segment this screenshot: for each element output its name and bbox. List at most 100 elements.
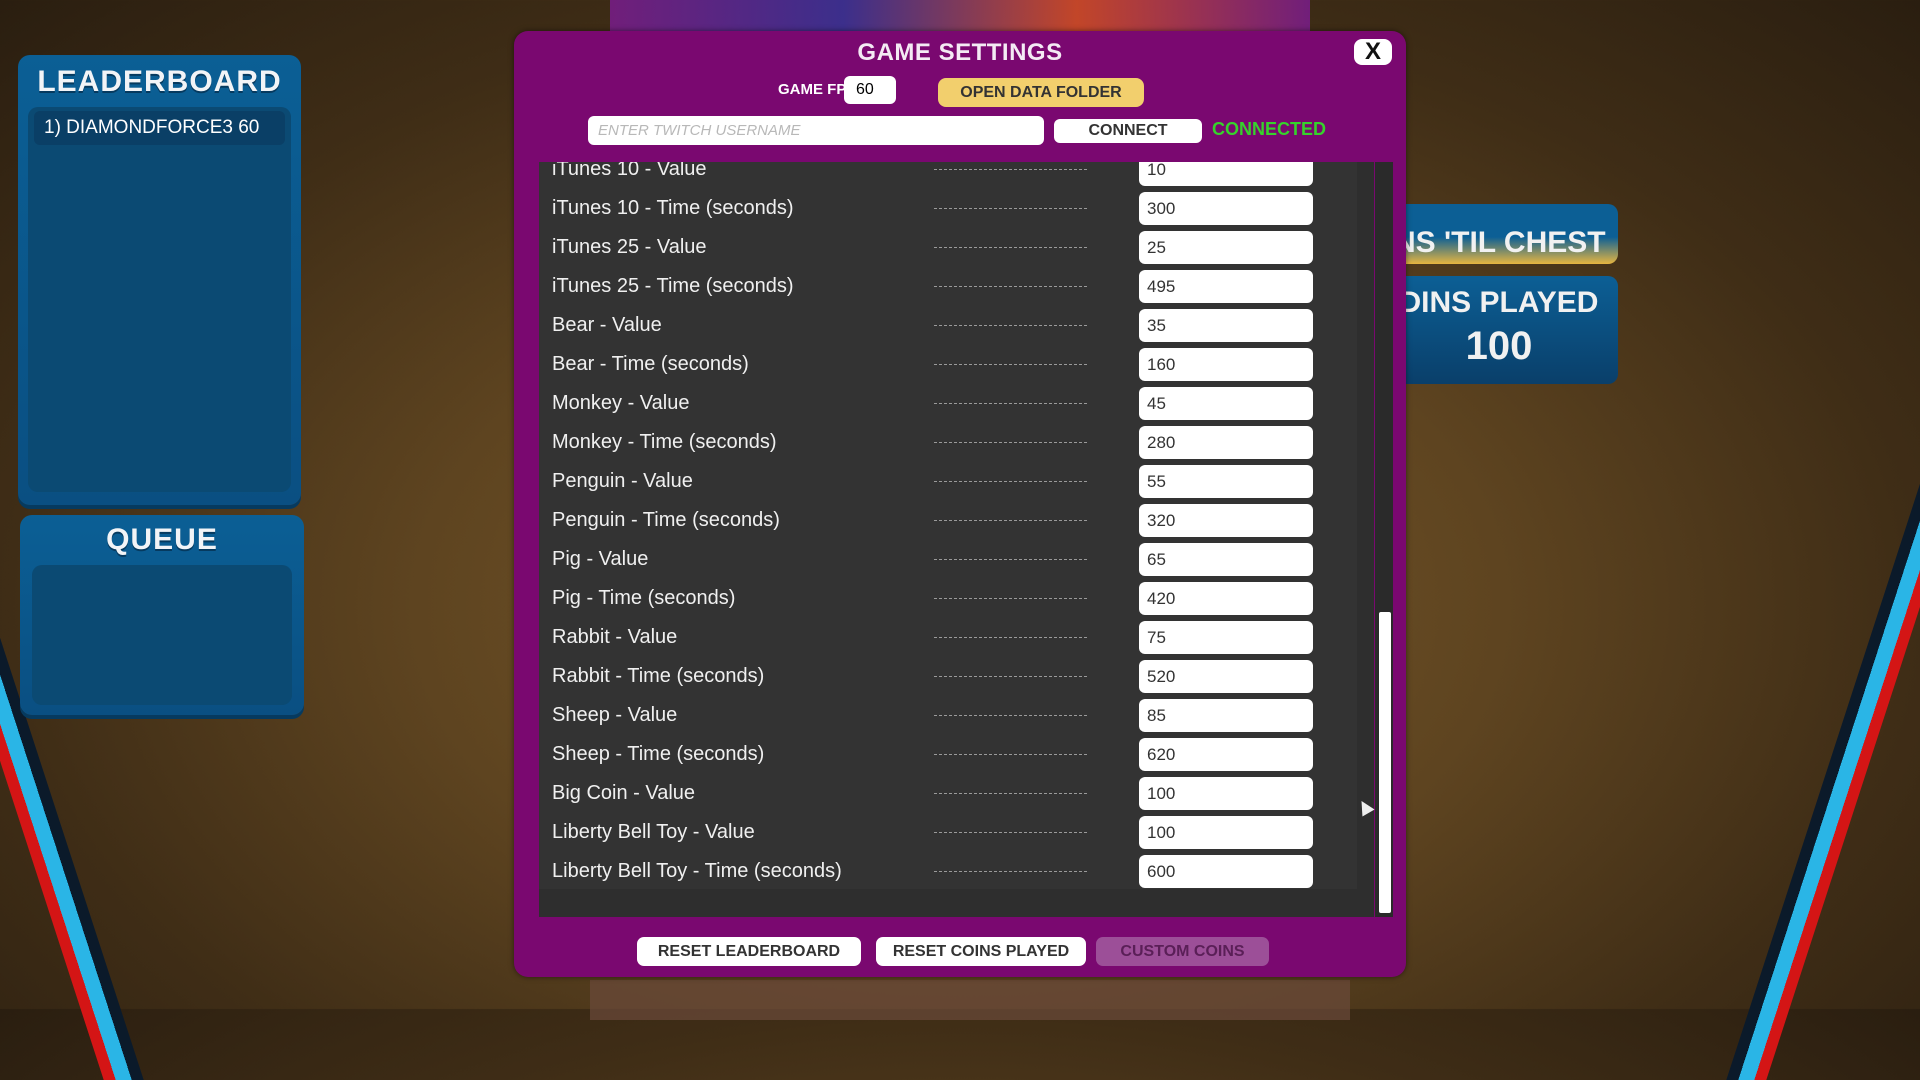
setting-label: Sheep - Value <box>552 704 678 726</box>
setting-row: Liberty Bell Toy - Value <box>539 813 1357 852</box>
coins-til-chest-text: NS 'TIL CHEST <box>1394 226 1606 259</box>
setting-row: iTunes 10 - Value <box>539 162 1357 189</box>
setting-dotted-leader <box>934 286 1087 287</box>
setting-label: Big Coin - Value <box>552 782 696 804</box>
setting-dotted-leader <box>934 559 1087 560</box>
setting-row: Monkey - Value <box>539 384 1357 423</box>
setting-dotted-leader <box>934 442 1087 443</box>
setting-label: Pig - Value <box>552 548 649 570</box>
coins-til-chest-banner: NS 'TIL CHEST <box>1380 204 1618 264</box>
background-stripe-right <box>1726 380 1920 1080</box>
setting-value-input[interactable] <box>1139 465 1313 498</box>
scrollbar-thumb[interactable] <box>1379 612 1391 913</box>
setting-row: Sheep - Value <box>539 696 1357 735</box>
setting-dotted-leader <box>934 208 1087 209</box>
setting-row: Pig - Time (seconds) <box>539 579 1357 618</box>
leaderboard-entry: 1) DIAMONDFORCE3 60 <box>34 111 285 145</box>
coins-played-label: DINS PLAYED <box>1399 286 1599 319</box>
settings-list: iTunes 10 - Value iTunes 10 - Time (secon… <box>539 162 1357 889</box>
setting-label: Monkey - Value <box>552 392 690 414</box>
setting-dotted-leader <box>934 520 1087 521</box>
setting-label: iTunes 10 - Time (seconds) <box>552 197 794 219</box>
setting-row: iTunes 25 - Time (seconds) <box>539 267 1357 306</box>
settings-scroll-area[interactable]: iTunes 10 - Value iTunes 10 - Time (secon… <box>539 162 1393 917</box>
setting-value-input[interactable] <box>1139 660 1313 693</box>
setting-dotted-leader <box>934 325 1087 326</box>
reset-coins-played-button[interactable]: RESET COINS PLAYED <box>876 937 1086 966</box>
close-button[interactable]: X <box>1354 38 1392 65</box>
setting-row: Pig - Value <box>539 540 1357 579</box>
dialog-title: GAME SETTINGS <box>857 39 1063 66</box>
setting-value-input[interactable] <box>1139 582 1313 615</box>
setting-label: Liberty Bell Toy - Value <box>552 821 755 843</box>
setting-row: iTunes 10 - Time (seconds) <box>539 189 1357 228</box>
setting-value-input[interactable] <box>1139 426 1313 459</box>
setting-label: Liberty Bell Toy - Time (seconds) <box>552 860 842 882</box>
setting-label: Sheep - Time (seconds) <box>552 743 765 765</box>
reset-leaderboard-button[interactable]: RESET LEADERBOARD <box>637 937 861 966</box>
open-data-folder-button[interactable]: OPEN DATA FOLDER <box>938 78 1144 107</box>
setting-row: iTunes 25 - Value <box>539 228 1357 267</box>
setting-label: iTunes 10 - Value <box>552 162 707 180</box>
setting-dotted-leader <box>934 676 1087 677</box>
setting-dotted-leader <box>934 871 1087 872</box>
coins-played-value: 100 <box>1465 324 1533 368</box>
setting-label: Penguin - Time (seconds) <box>552 509 780 531</box>
setting-label: Rabbit - Time (seconds) <box>552 665 765 687</box>
setting-value-input[interactable] <box>1139 699 1313 732</box>
setting-dotted-leader <box>934 403 1087 404</box>
queue-list <box>32 565 292 705</box>
setting-value-input[interactable] <box>1139 270 1313 303</box>
connection-status: CONNECTED <box>1212 119 1327 139</box>
queue-panel: QUEUE <box>20 515 304 715</box>
setting-row: Sheep - Time (seconds) <box>539 735 1357 774</box>
setting-value-input[interactable] <box>1139 543 1313 576</box>
setting-value-input[interactable] <box>1139 777 1313 810</box>
setting-dotted-leader <box>934 247 1087 248</box>
twitch-username-input[interactable] <box>588 116 1044 145</box>
setting-dotted-leader <box>934 832 1087 833</box>
setting-dotted-leader <box>934 364 1087 365</box>
setting-value-input[interactable] <box>1139 192 1313 225</box>
setting-dotted-leader <box>934 715 1087 716</box>
setting-value-input[interactable] <box>1139 309 1313 342</box>
game-fps-input[interactable] <box>844 76 896 104</box>
leaderboard-list: 1) DIAMONDFORCE3 60 <box>28 107 291 492</box>
setting-row: Liberty Bell Toy - Time (seconds) <box>539 852 1357 889</box>
setting-label: Bear - Value <box>552 314 662 336</box>
setting-label: iTunes 25 - Time (seconds) <box>552 275 794 297</box>
setting-value-input[interactable] <box>1139 816 1313 849</box>
setting-label: Penguin - Value <box>552 470 693 492</box>
setting-dotted-leader <box>934 637 1087 638</box>
setting-value-input[interactable] <box>1139 348 1313 381</box>
setting-row: Penguin - Value <box>539 462 1357 501</box>
setting-value-input[interactable] <box>1139 231 1313 264</box>
setting-label: Bear - Time (seconds) <box>552 353 749 375</box>
setting-dotted-leader <box>934 169 1087 170</box>
setting-row: Penguin - Time (seconds) <box>539 501 1357 540</box>
coins-played-panel: DINS PLAYED 100 <box>1380 276 1618 384</box>
setting-row: Big Coin - Value <box>539 774 1357 813</box>
leaderboard-title: LEADERBOARD <box>37 65 282 98</box>
setting-value-input[interactable] <box>1139 621 1313 654</box>
game-settings-dialog: GAME SETTINGS X GAME FPS OPEN DATA FOLDE… <box>514 31 1406 977</box>
setting-row: Monkey - Time (seconds) <box>539 423 1357 462</box>
setting-label: Pig - Time (seconds) <box>552 587 736 609</box>
setting-label: iTunes 25 - Value <box>552 236 707 258</box>
setting-row: Bear - Time (seconds) <box>539 345 1357 384</box>
custom-coins-button[interactable]: CUSTOM COINS <box>1096 937 1269 966</box>
setting-value-input[interactable] <box>1139 855 1313 888</box>
background-art-bottom <box>590 980 1350 1020</box>
setting-dotted-leader <box>934 754 1087 755</box>
setting-label: Monkey - Time (seconds) <box>552 431 777 453</box>
setting-value-input[interactable] <box>1139 387 1313 420</box>
setting-value-input[interactable] <box>1139 738 1313 771</box>
setting-label: Rabbit - Value <box>552 626 678 648</box>
setting-value-input[interactable] <box>1139 162 1313 186</box>
setting-dotted-leader <box>934 793 1087 794</box>
leaderboard-panel: LEADERBOARD 1) DIAMONDFORCE3 60 <box>18 55 301 505</box>
connect-button[interactable]: CONNECT <box>1054 119 1202 143</box>
setting-value-input[interactable] <box>1139 504 1313 537</box>
setting-row: Bear - Value <box>539 306 1357 345</box>
setting-row: Rabbit - Value <box>539 618 1357 657</box>
